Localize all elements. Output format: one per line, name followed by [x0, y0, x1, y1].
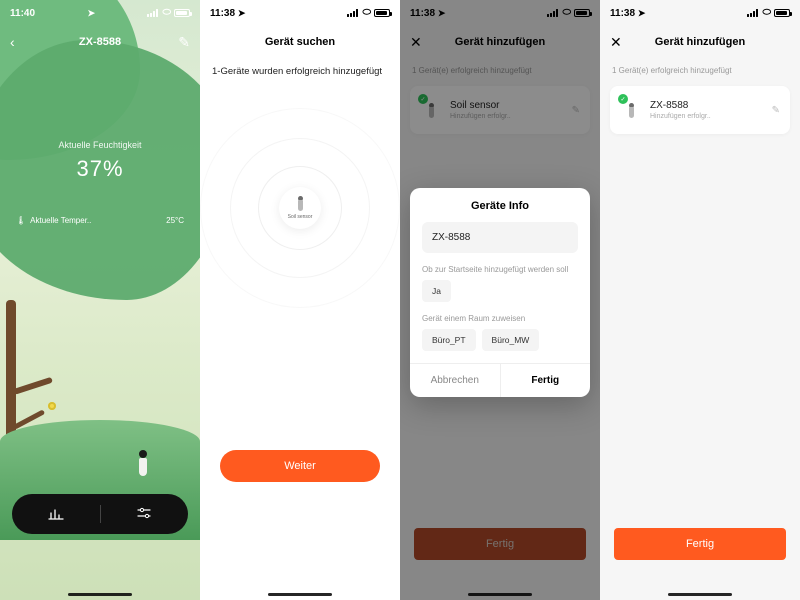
- location-icon: ➤: [638, 8, 646, 18]
- status-time: 11:40: [10, 8, 35, 19]
- device-status: Hinzufügen erfolgr..: [650, 113, 764, 120]
- found-device-chip[interactable]: Soil sensor: [279, 187, 321, 229]
- home-indicator[interactable]: [468, 593, 532, 596]
- wifi-icon: ⬭: [762, 8, 771, 18]
- screen-search-device: 11:38 ➤ ⬭ Gerät suchen 1-Geräte wurden e…: [200, 0, 400, 600]
- settings-button[interactable]: [101, 506, 189, 523]
- humidity-label: Aktuelle Feuchtigkeit: [0, 140, 200, 150]
- home-indicator[interactable]: [68, 593, 132, 596]
- location-icon: ➤: [438, 8, 446, 18]
- location-icon: ➤: [87, 8, 95, 19]
- signal-icon: [747, 9, 759, 17]
- success-badge-icon: ✓: [618, 94, 628, 104]
- wifi-icon: ⬭: [162, 8, 171, 18]
- edit-button[interactable]: ✎: [178, 26, 190, 58]
- page-title: Gerät hinzufügen: [455, 36, 545, 48]
- battery-icon: [574, 9, 590, 17]
- room-option[interactable]: Büro_MW: [482, 329, 540, 351]
- done-button[interactable]: Fertig: [614, 528, 786, 560]
- homepage-toggle-label: Ob zur Startseite hinzugefügt werden sol…: [422, 265, 578, 274]
- room-assign-label: Gerät einem Raum zuweisen: [422, 314, 578, 323]
- signal-icon: [147, 9, 159, 17]
- signal-icon: [347, 9, 359, 17]
- status-time: 11:38: [210, 8, 235, 19]
- radar-illustration: Soil sensor: [200, 108, 400, 308]
- status-bar: 11:38 ➤ ⬭: [400, 0, 600, 26]
- battery-icon: [174, 9, 190, 17]
- dialog-done-button[interactable]: Fertig: [501, 364, 591, 397]
- room-option[interactable]: Büro_PT: [422, 329, 476, 351]
- screen-add-device-done: 11:38 ➤ ⬭ ✕ Gerät hinzufügen 1 Gerät(e) …: [600, 0, 800, 600]
- sliders-icon: [136, 506, 152, 523]
- signal-icon: [547, 9, 559, 17]
- humidity-value: 37%: [0, 156, 200, 182]
- status-bar: 11:38 ➤ ⬭: [200, 0, 400, 26]
- battery-icon: [374, 9, 390, 17]
- device-chip-label: Soil sensor: [288, 214, 313, 220]
- location-icon: ➤: [238, 8, 246, 18]
- dialog-title: Geräte Info: [422, 200, 578, 212]
- home-indicator[interactable]: [668, 593, 732, 596]
- screen-device-overview: 11:40 ➤ ⬭ ‹ ZX-8588 ✎ Aktuelle Feuchtigke…: [0, 0, 200, 600]
- back-button[interactable]: ‹: [10, 26, 15, 58]
- page-title: Gerät suchen: [265, 36, 335, 48]
- device-info-dialog: Geräte Info ZX-8588 Ob zur Startseite hi…: [410, 188, 590, 397]
- sensor-illustration: [138, 450, 148, 476]
- screen-add-device-dialog: 11:38 ➤ ⬭ ✕ Gerät hinzufügen 1 Gerät(e) …: [400, 0, 600, 600]
- battery-icon: [774, 9, 790, 17]
- homepage-toggle-value[interactable]: Ja: [422, 280, 451, 302]
- sensor-icon: [298, 196, 303, 211]
- temperature-value: 25°C: [166, 216, 184, 225]
- home-indicator[interactable]: [268, 593, 332, 596]
- close-button[interactable]: ✕: [610, 26, 622, 58]
- dialog-cancel-button[interactable]: Abbrechen: [410, 364, 501, 397]
- device-card[interactable]: ✓ ZX-8588 Hinzufügen erfolgr.. ✎: [610, 86, 790, 134]
- status-time: 11:38: [410, 8, 435, 19]
- next-button[interactable]: Weiter: [220, 450, 380, 482]
- sensor-icon: [629, 103, 634, 118]
- status-bar: 11:38 ➤ ⬭: [600, 0, 800, 26]
- status-bar: 11:40 ➤ ⬭: [0, 0, 200, 26]
- toolbar-pill: [12, 494, 188, 534]
- device-name: ZX-8588: [650, 100, 764, 111]
- wifi-icon: ⬭: [362, 8, 371, 18]
- found-count-text: 1-Geräte wurden erfolgreich hinzugefügt: [212, 66, 382, 77]
- close-button[interactable]: ✕: [410, 26, 422, 58]
- status-time: 11:38: [610, 8, 635, 19]
- stats-button[interactable]: [12, 506, 100, 523]
- wifi-icon: ⬭: [562, 8, 571, 18]
- page-title: Gerät hinzufügen: [655, 36, 745, 48]
- page-title: ZX-8588: [79, 36, 121, 48]
- thermometer-icon: 🌡: [16, 216, 26, 225]
- added-count-text: 1 Gerät(e) erfolgreich hinzugefügt: [612, 66, 732, 75]
- device-name-input[interactable]: ZX-8588: [422, 222, 578, 253]
- temperature-label: Aktuelle Temper..: [30, 216, 91, 225]
- chart-icon: [48, 506, 64, 523]
- edit-device-button[interactable]: ✎: [772, 105, 780, 116]
